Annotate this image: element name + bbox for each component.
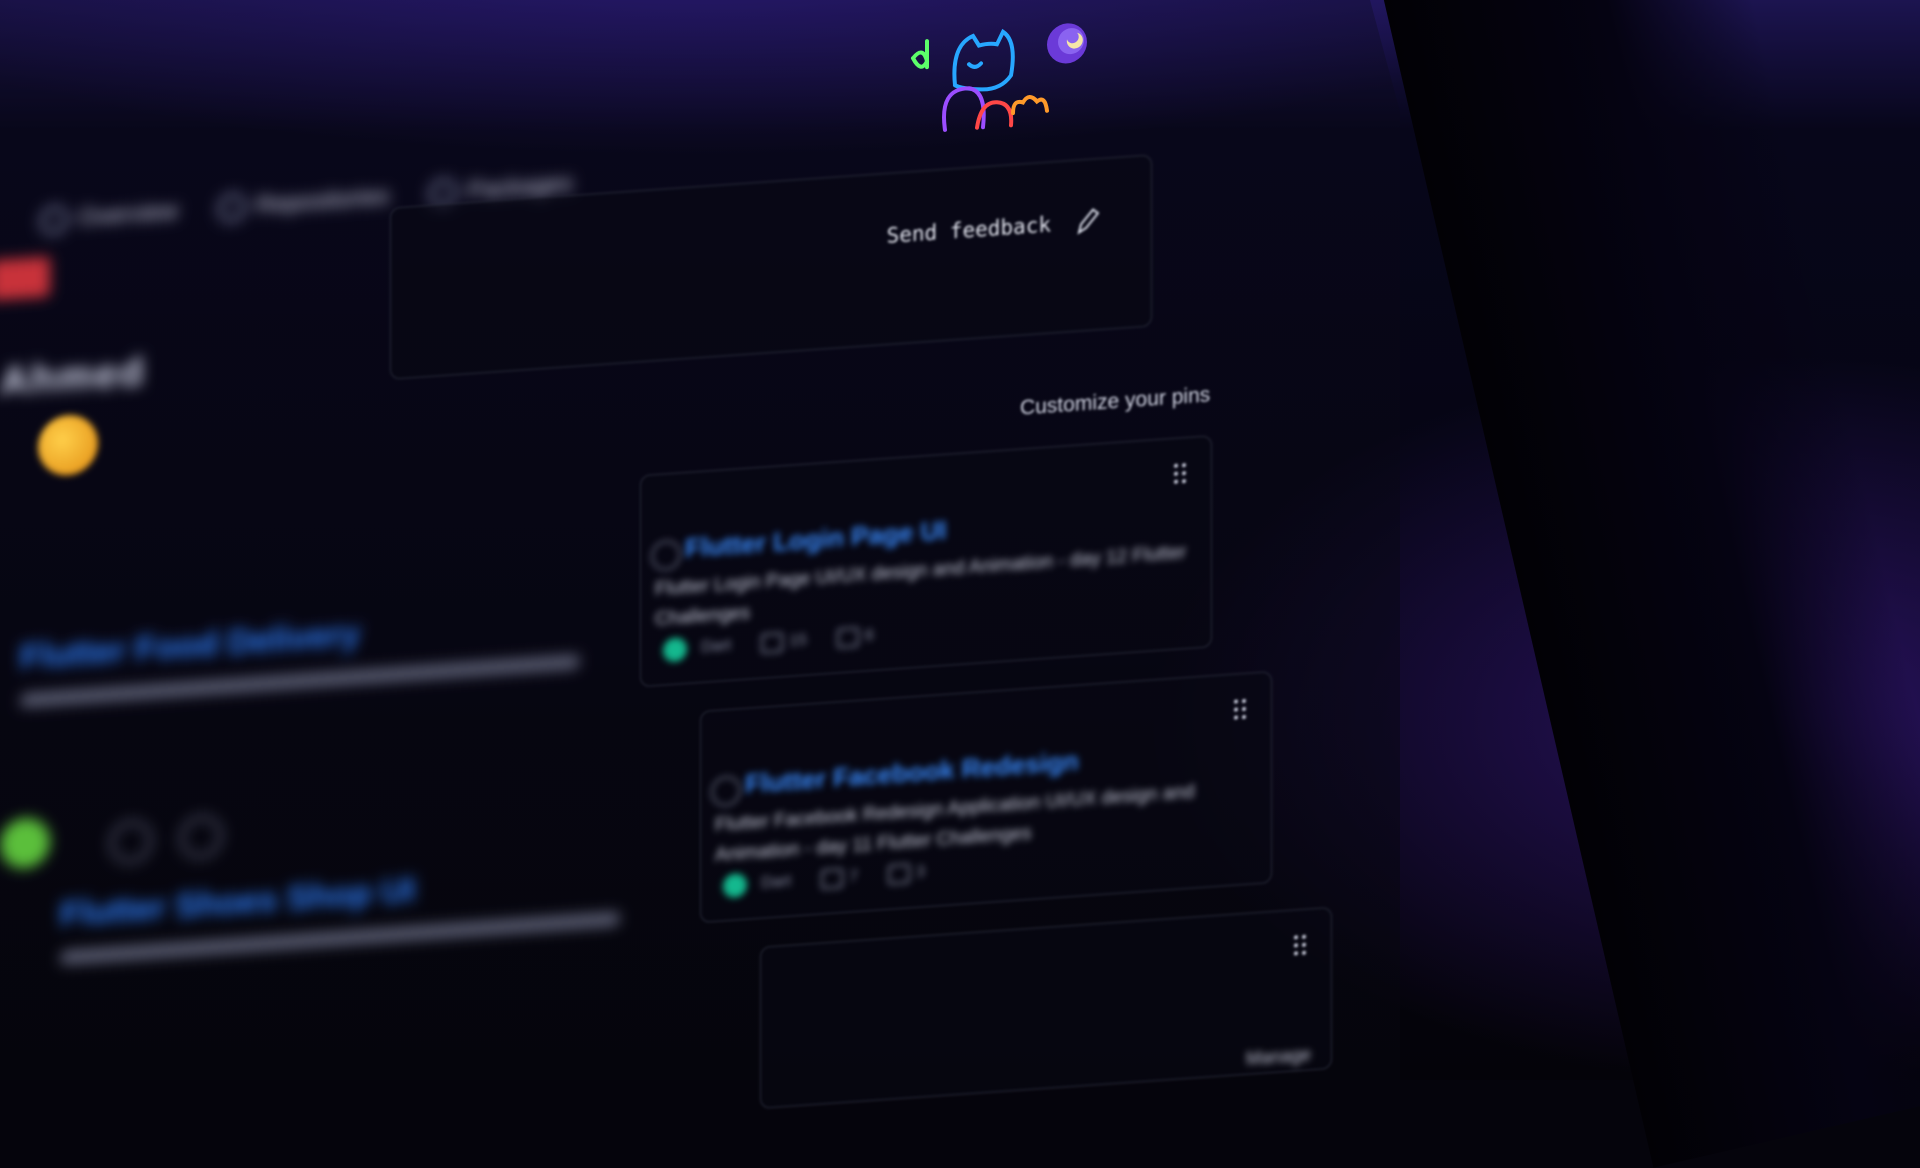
pencil-icon[interactable] — [1073, 205, 1099, 237]
star-icon — [110, 819, 152, 865]
stars-stat[interactable]: 15 — [761, 631, 807, 654]
pins-section-title[interactable]: Customize your pins — [1020, 383, 1210, 420]
star-icon — [821, 868, 844, 890]
stars-count: 15 — [789, 631, 808, 650]
tab-overview-label: Overview — [78, 197, 179, 232]
language-stat: Dart — [663, 634, 731, 663]
fork-icon — [837, 626, 860, 649]
pinned-repo-card[interactable]: Flutter Login Page UI Flutter Login Page… — [640, 435, 1212, 688]
forks-stat[interactable]: 3 — [888, 862, 925, 885]
forks-count: 6 — [865, 626, 874, 645]
language-color-icon — [663, 636, 687, 663]
tab-repositories-label: Repositories — [256, 182, 390, 220]
fork-icon — [888, 863, 911, 885]
notification-badge — [0, 256, 50, 301]
status-emoji-icon[interactable] — [38, 413, 98, 478]
send-feedback-link[interactable]: Send feedback — [887, 213, 1051, 248]
language-color-icon — [723, 872, 747, 899]
pinned-repo-card[interactable]: Flutter Facebook Redesign Flutter Facebo… — [700, 671, 1272, 924]
repo-icon — [218, 192, 247, 223]
fork-icon — [180, 814, 222, 860]
drag-handle-icon[interactable] — [1171, 460, 1189, 487]
left-repo-card[interactable]: Flutter Food Delivery — [20, 599, 580, 708]
book-icon — [40, 205, 68, 236]
drag-handle-icon[interactable] — [1291, 931, 1309, 958]
language-stat: Dart — [723, 870, 791, 899]
page-plane: Overview Repositories Packages Ahmed Flu… — [0, 0, 1400, 1109]
forks-count: 3 — [916, 863, 926, 881]
repo-icon — [651, 539, 681, 572]
repo-icon — [711, 775, 741, 808]
drag-handle-icon[interactable] — [1231, 696, 1249, 723]
language-color-icon — [0, 816, 50, 870]
stars-count: 7 — [849, 867, 859, 886]
star-icon — [761, 632, 784, 654]
forks-stat[interactable]: 6 — [837, 626, 874, 649]
user-display-name: Ahmed — [0, 349, 146, 404]
tab-overview[interactable]: Overview — [40, 198, 178, 236]
tab-repositories[interactable]: Repositories — [218, 183, 389, 223]
language-label: Dart — [761, 872, 792, 892]
manage-pins-link[interactable]: Manage — [1246, 1044, 1311, 1070]
language-label: Dart — [701, 636, 732, 656]
left-repo-card[interactable]: Flutter Shoes Shop UI — [60, 857, 620, 965]
stars-stat[interactable]: 7 — [821, 867, 858, 890]
neon-cat-logo-icon — [911, 23, 1087, 132]
